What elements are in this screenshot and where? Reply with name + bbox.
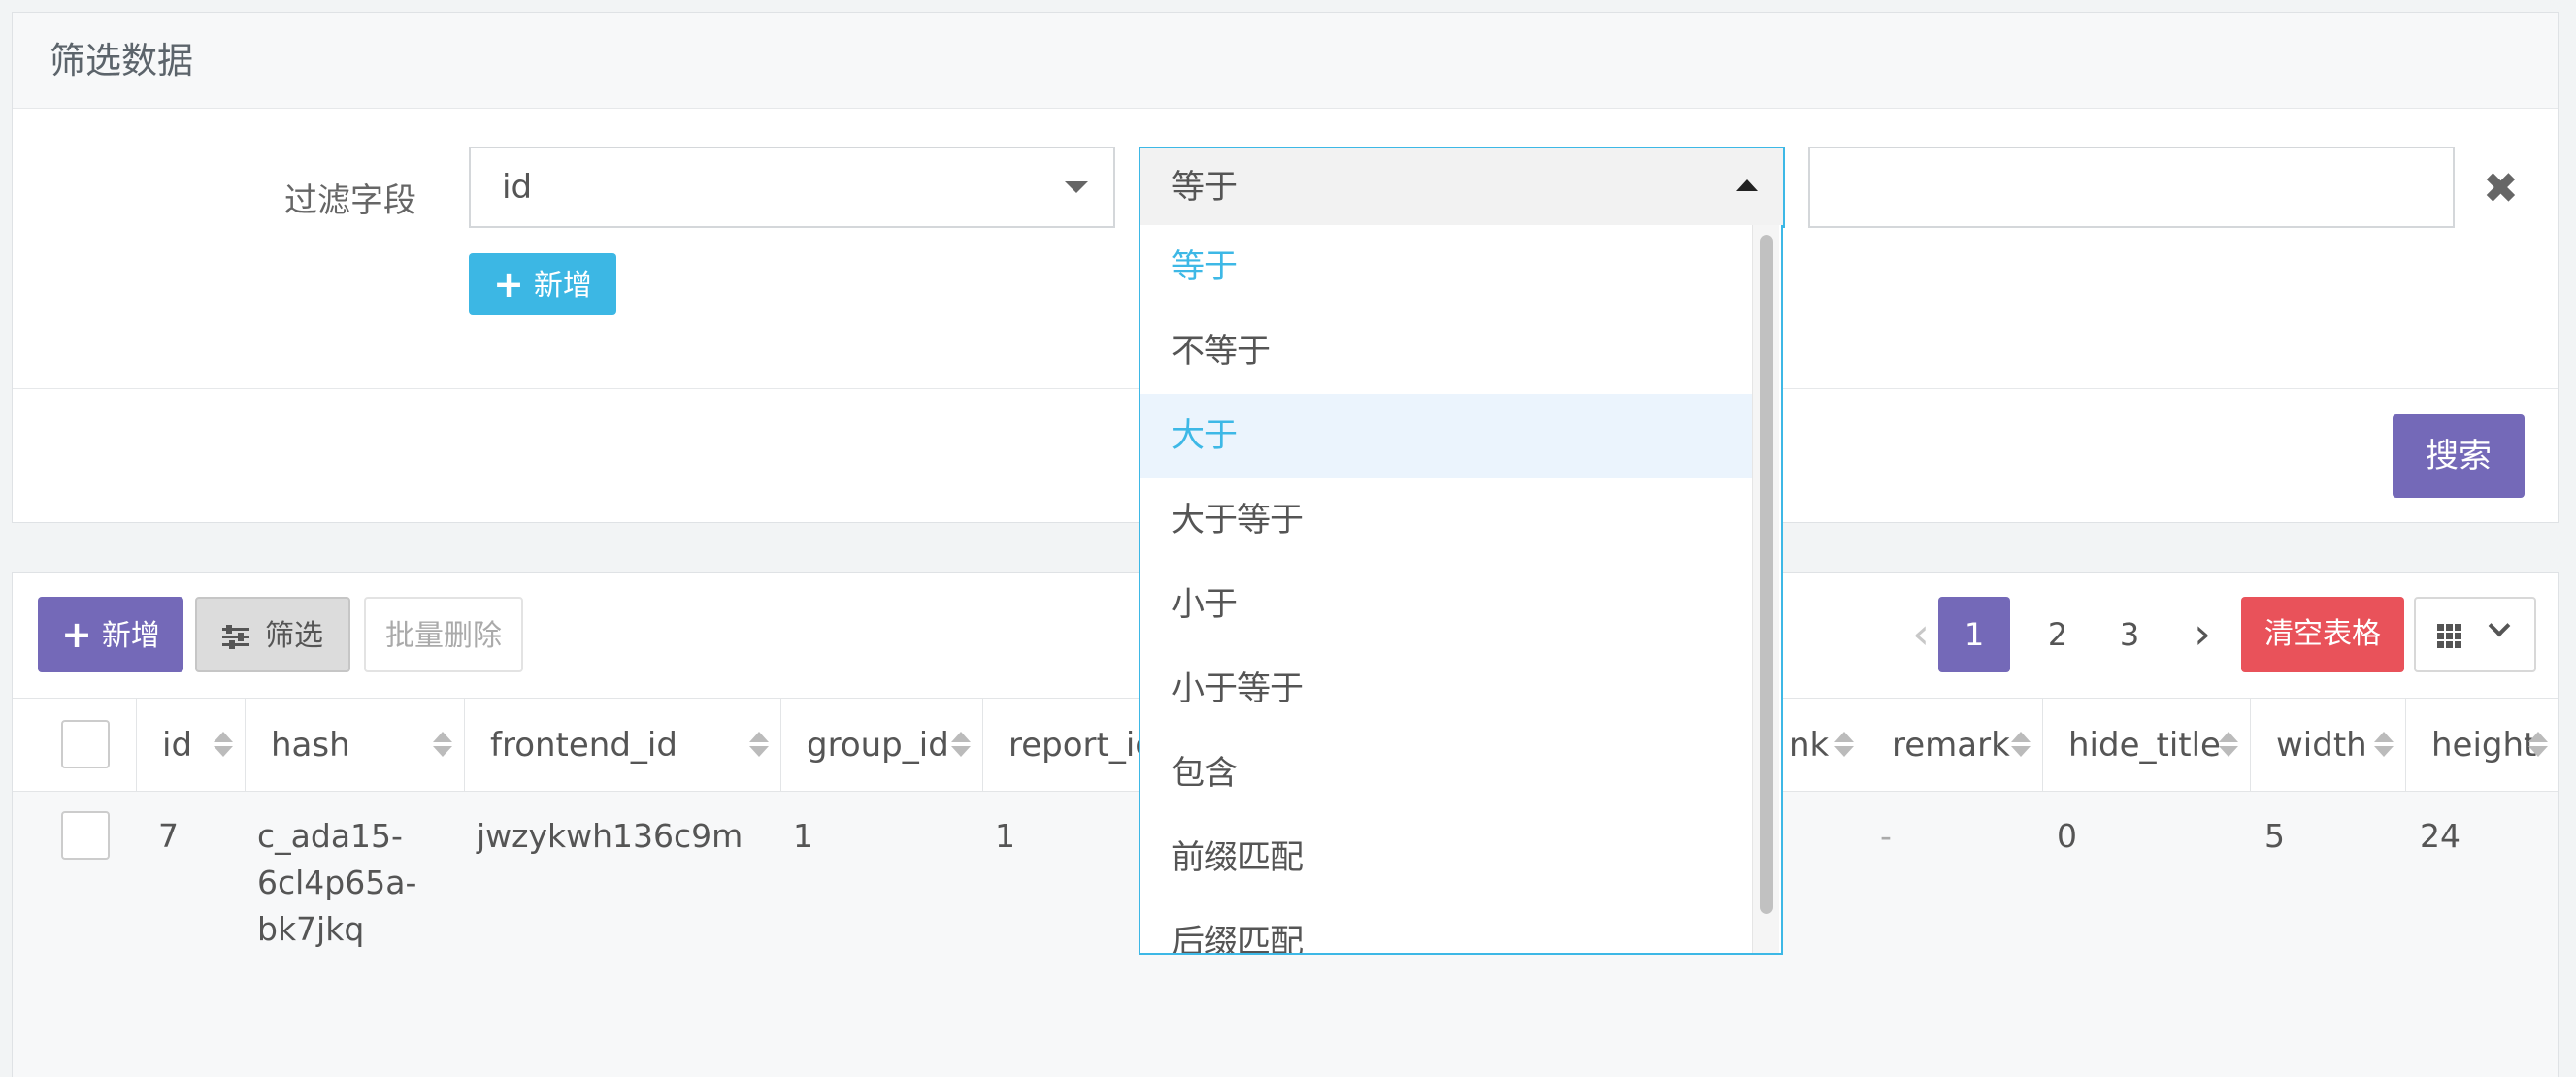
add-condition-label: 新增 — [533, 269, 592, 303]
sort-icon — [2011, 732, 2031, 759]
add-condition-button[interactable]: + 新增 — [469, 253, 616, 315]
operator-option[interactable]: 小于 — [1140, 563, 1752, 647]
filter-toggle-button[interactable]: 筛选 — [195, 597, 350, 672]
filter-value-input[interactable] — [1808, 147, 2455, 228]
sort-icon — [2528, 732, 2548, 759]
filter-field-select[interactable]: id — [469, 147, 1115, 228]
sort-icon — [951, 732, 971, 759]
plus-icon: + — [493, 263, 524, 306]
select-all-checkbox[interactable] — [61, 720, 110, 768]
operator-option[interactable]: 大于等于 — [1140, 478, 1752, 563]
chevron-down-icon — [1065, 181, 1088, 193]
filter-operator-select[interactable]: 等于 — [1139, 147, 1785, 228]
operator-option[interactable]: 不等于 — [1140, 310, 1752, 394]
dropdown-scrollbar[interactable] — [1752, 225, 1779, 953]
page-2-button[interactable]: 2 — [2022, 597, 2094, 672]
remove-condition-icon[interactable]: ✖ — [2483, 168, 2519, 211]
plus-icon: + — [61, 613, 92, 656]
page-1-button[interactable]: 1 — [1938, 597, 2010, 672]
filter-field-value: id — [502, 168, 533, 207]
column-header-hash[interactable]: hash — [246, 699, 465, 792]
operator-dropdown-list: 等于 不等于 大于 大于等于 小于 小于等于 包含 前缀匹配 后缀匹配 — [1139, 225, 1783, 955]
cell-height: 24 — [2420, 817, 2460, 855]
columns-toggle-button[interactable] — [2414, 597, 2536, 672]
cell-hide-title: 0 — [2057, 817, 2077, 855]
cell-report-id: 1 — [995, 817, 1015, 855]
operator-option[interactable]: 小于等于 — [1140, 647, 1752, 732]
sort-icon — [214, 732, 233, 759]
cell-hash: c_ada15- 6cl4p65a- bk7jkq — [257, 817, 417, 948]
sort-icon — [2219, 732, 2238, 759]
search-button[interactable]: 搜索 — [2393, 414, 2525, 498]
grid-icon — [2437, 624, 2462, 649]
row-checkbox[interactable] — [61, 811, 110, 860]
column-header-id[interactable]: id — [137, 699, 246, 792]
filter-toggle-label: 筛选 — [265, 619, 323, 653]
operator-option[interactable]: 后缀匹配 — [1140, 900, 1752, 953]
chevron-down-icon — [2488, 614, 2511, 637]
column-header-frontend-id[interactable]: frontend_id — [465, 699, 781, 792]
operator-option[interactable]: 大于 — [1140, 394, 1752, 478]
operator-option[interactable]: 包含 — [1140, 732, 1752, 816]
clear-table-button[interactable]: 清空表格 — [2241, 597, 2404, 672]
column-header-hide-title[interactable]: hide_title — [2043, 699, 2251, 792]
operator-option[interactable]: 等于 — [1140, 225, 1752, 310]
sort-icon — [2374, 732, 2394, 759]
page-3-button[interactable]: 3 — [2094, 597, 2165, 672]
filter-field-label: 过滤字段 — [284, 181, 416, 220]
cell-id: 7 — [158, 817, 179, 855]
filter-panel-title: 筛选数据 — [13, 13, 2558, 109]
sort-icon — [749, 732, 769, 759]
sort-icon — [1834, 732, 1854, 759]
sliders-icon — [222, 625, 249, 649]
column-header-width[interactable]: width — [2251, 699, 2406, 792]
sort-icon — [433, 732, 452, 759]
column-header-height[interactable]: height — [2406, 699, 2559, 792]
filter-operator-value: 等于 — [1172, 168, 1238, 207]
cell-frontend-id: jwzykwh136c9m — [477, 817, 743, 855]
batch-delete-button[interactable]: 批量删除 — [364, 597, 523, 672]
cell-remark: - — [1880, 817, 1892, 855]
cell-group-id: 1 — [793, 817, 813, 855]
add-record-label: 新增 — [101, 619, 160, 653]
chevron-right-icon[interactable]: › — [2175, 597, 2229, 672]
scrollbar-thumb[interactable] — [1760, 235, 1773, 914]
select-all-cell — [13, 699, 137, 792]
cell-width: 5 — [2264, 817, 2285, 855]
add-record-button[interactable]: + 新增 — [38, 597, 183, 672]
chevron-up-icon — [1736, 180, 1758, 191]
column-header-group-id[interactable]: group_id — [781, 699, 983, 792]
column-header-remark[interactable]: remark — [1866, 699, 2043, 792]
operator-option[interactable]: 前缀匹配 — [1140, 816, 1752, 900]
